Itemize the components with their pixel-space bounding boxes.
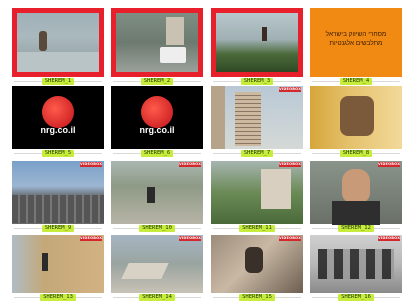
thumbnail-caption: SHEREM_4 [310,77,402,86]
thumbnail-11[interactable]: SHEREM_11 VIDEOBOX [211,161,303,233]
thumbnail-12[interactable]: SHEREM_12 VIDEOBOX [310,161,402,233]
tower [235,92,261,146]
nrg-logo-circle [141,96,173,128]
video-frame [211,161,303,224]
caption-label: SHEREM_3 [240,78,274,85]
videobox-badge: VIDEOBOX [179,162,202,167]
video-frame [211,8,303,77]
thumbnail-7[interactable]: SHEREM_7 VIDEOBOX [211,86,303,158]
thumbnail-caption: SHEREM_13 [12,293,104,302]
video-frame: nrg.co.il [12,86,104,149]
video-frame [12,8,104,77]
caption-label: SHEREM_8 [339,150,373,157]
thumbnail-13[interactable]: SHEREM_13 VIDEOBOX [12,235,104,302]
video-frame [310,235,402,293]
thumbnail-caption: SHEREM_8 [310,149,402,158]
thumbnail-caption: SHEREM_10 [111,224,203,233]
figure [147,187,155,203]
caption-label: SHEREM_11 [239,225,275,232]
thumbnail-caption: SHEREM_9 [12,224,104,233]
videobox-badge: VIDEOBOX [378,162,401,167]
caption-label: SHEREM_9 [41,225,75,232]
thumbnail-caption: SHEREM_5 [12,149,104,158]
thumbnail-4[interactable]: מסחרי השיווק בישראל מתלבשים אלגנטיות SHE… [310,8,402,86]
thumbnail-15[interactable]: SHEREM_15 VIDEOBOX [211,235,303,302]
thumbnail-1[interactable]: SHEREM_1 [12,8,104,86]
caption-label: SHEREM_4 [339,78,373,85]
thumbnail-9[interactable]: SHEREM_9 VIDEOBOX [12,161,104,233]
wall [211,86,225,149]
caption-label: SHEREM_15 [239,294,275,301]
thumbnail-8[interactable]: SHEREM_8 [310,86,402,158]
thumbnail-caption: SHEREM_7 [211,149,303,158]
video-frame [12,161,104,224]
ad-text: מסחרי השיווק בישראל מתלבשים אלגנטיות [325,31,387,47]
videobox-badge: VIDEOBOX [279,236,302,241]
thumbnail-2[interactable]: SHEREM_2 [111,8,203,86]
caption-label: SHEREM_7 [240,150,274,157]
thumbnail-caption: SHEREM_14 [111,293,203,302]
video-frame [211,235,303,293]
videobox-badge: VIDEOBOX [279,162,302,167]
figure [245,247,263,273]
video-frame [310,161,402,225]
nrg-logo-text: nrg.co.il [139,125,175,135]
video-frame [211,86,303,149]
people [340,96,374,136]
ad-frame: מסחרי השיווק בישראל מתלבשים אלגנטיות [310,8,402,77]
thumbnail-grid: SHEREM_1 SHEREM_2 SHEREM_3 מסחרי השיווק … [0,0,406,302]
building [166,17,184,45]
video-frame [12,235,104,293]
water [17,52,99,72]
thumbnail-10[interactable]: SHEREM_10 VIDEOBOX [111,161,203,233]
thumbnail-caption: SHEREM_3 [211,77,303,86]
thumbnail-6[interactable]: nrg.co.il SHEREM_6 [111,86,203,158]
wakeboarder [262,27,267,41]
caption-label: SHEREM_6 [140,150,174,157]
thumbnail-5[interactable]: nrg.co.il SHEREM_5 [12,86,104,158]
thumbnail-caption: SHEREM_1 [12,77,104,86]
caption-label: SHEREM_2 [140,78,174,85]
videobox-badge: VIDEOBOX [179,236,202,241]
nrg-logo-circle [42,96,74,128]
videobox-badge: VIDEOBOX [80,162,103,167]
caption-label: SHEREM_12 [338,225,374,232]
caption-label: SHEREM_10 [139,225,175,232]
face [342,169,370,203]
shirt [332,201,380,225]
house [261,169,291,209]
figure [39,31,47,51]
thumbnail-caption: SHEREM_2 [111,77,203,86]
video-frame: nrg.co.il [111,86,203,149]
rooftop [12,195,104,223]
caption-label: SHEREM_13 [40,294,76,301]
caption-label: SHEREM_16 [338,294,374,301]
thumbnail-14[interactable]: SHEREM_14 VIDEOBOX [111,235,203,302]
video-frame [111,8,203,77]
thumbnail-caption: SHEREM_11 [211,224,303,233]
nrg-logo-text: nrg.co.il [40,125,76,135]
thumbnail-caption: SHEREM_12 [310,224,402,233]
thumbnail-caption: SHEREM_15 [211,293,303,302]
thumbnail-16[interactable]: SHEREM_16 VIDEOBOX [310,235,402,302]
video-frame [310,86,402,149]
ramp [121,263,169,279]
video-frame [111,235,203,293]
videobox-badge: VIDEOBOX [80,236,103,241]
caption-label: SHEREM_1 [41,78,75,85]
caption-label: SHEREM_5 [41,150,75,157]
thumbnail-caption: SHEREM_6 [111,149,203,158]
thumbnail-caption: SHEREM_16 [310,293,402,302]
video-frame [111,161,203,224]
van [160,47,186,63]
videobox-badge: VIDEOBOX [279,87,302,92]
figure [42,253,48,271]
videobox-badge: VIDEOBOX [378,236,401,241]
caption-label: SHEREM_14 [139,294,175,301]
group [318,249,394,279]
thumbnail-3[interactable]: SHEREM_3 [211,8,303,86]
